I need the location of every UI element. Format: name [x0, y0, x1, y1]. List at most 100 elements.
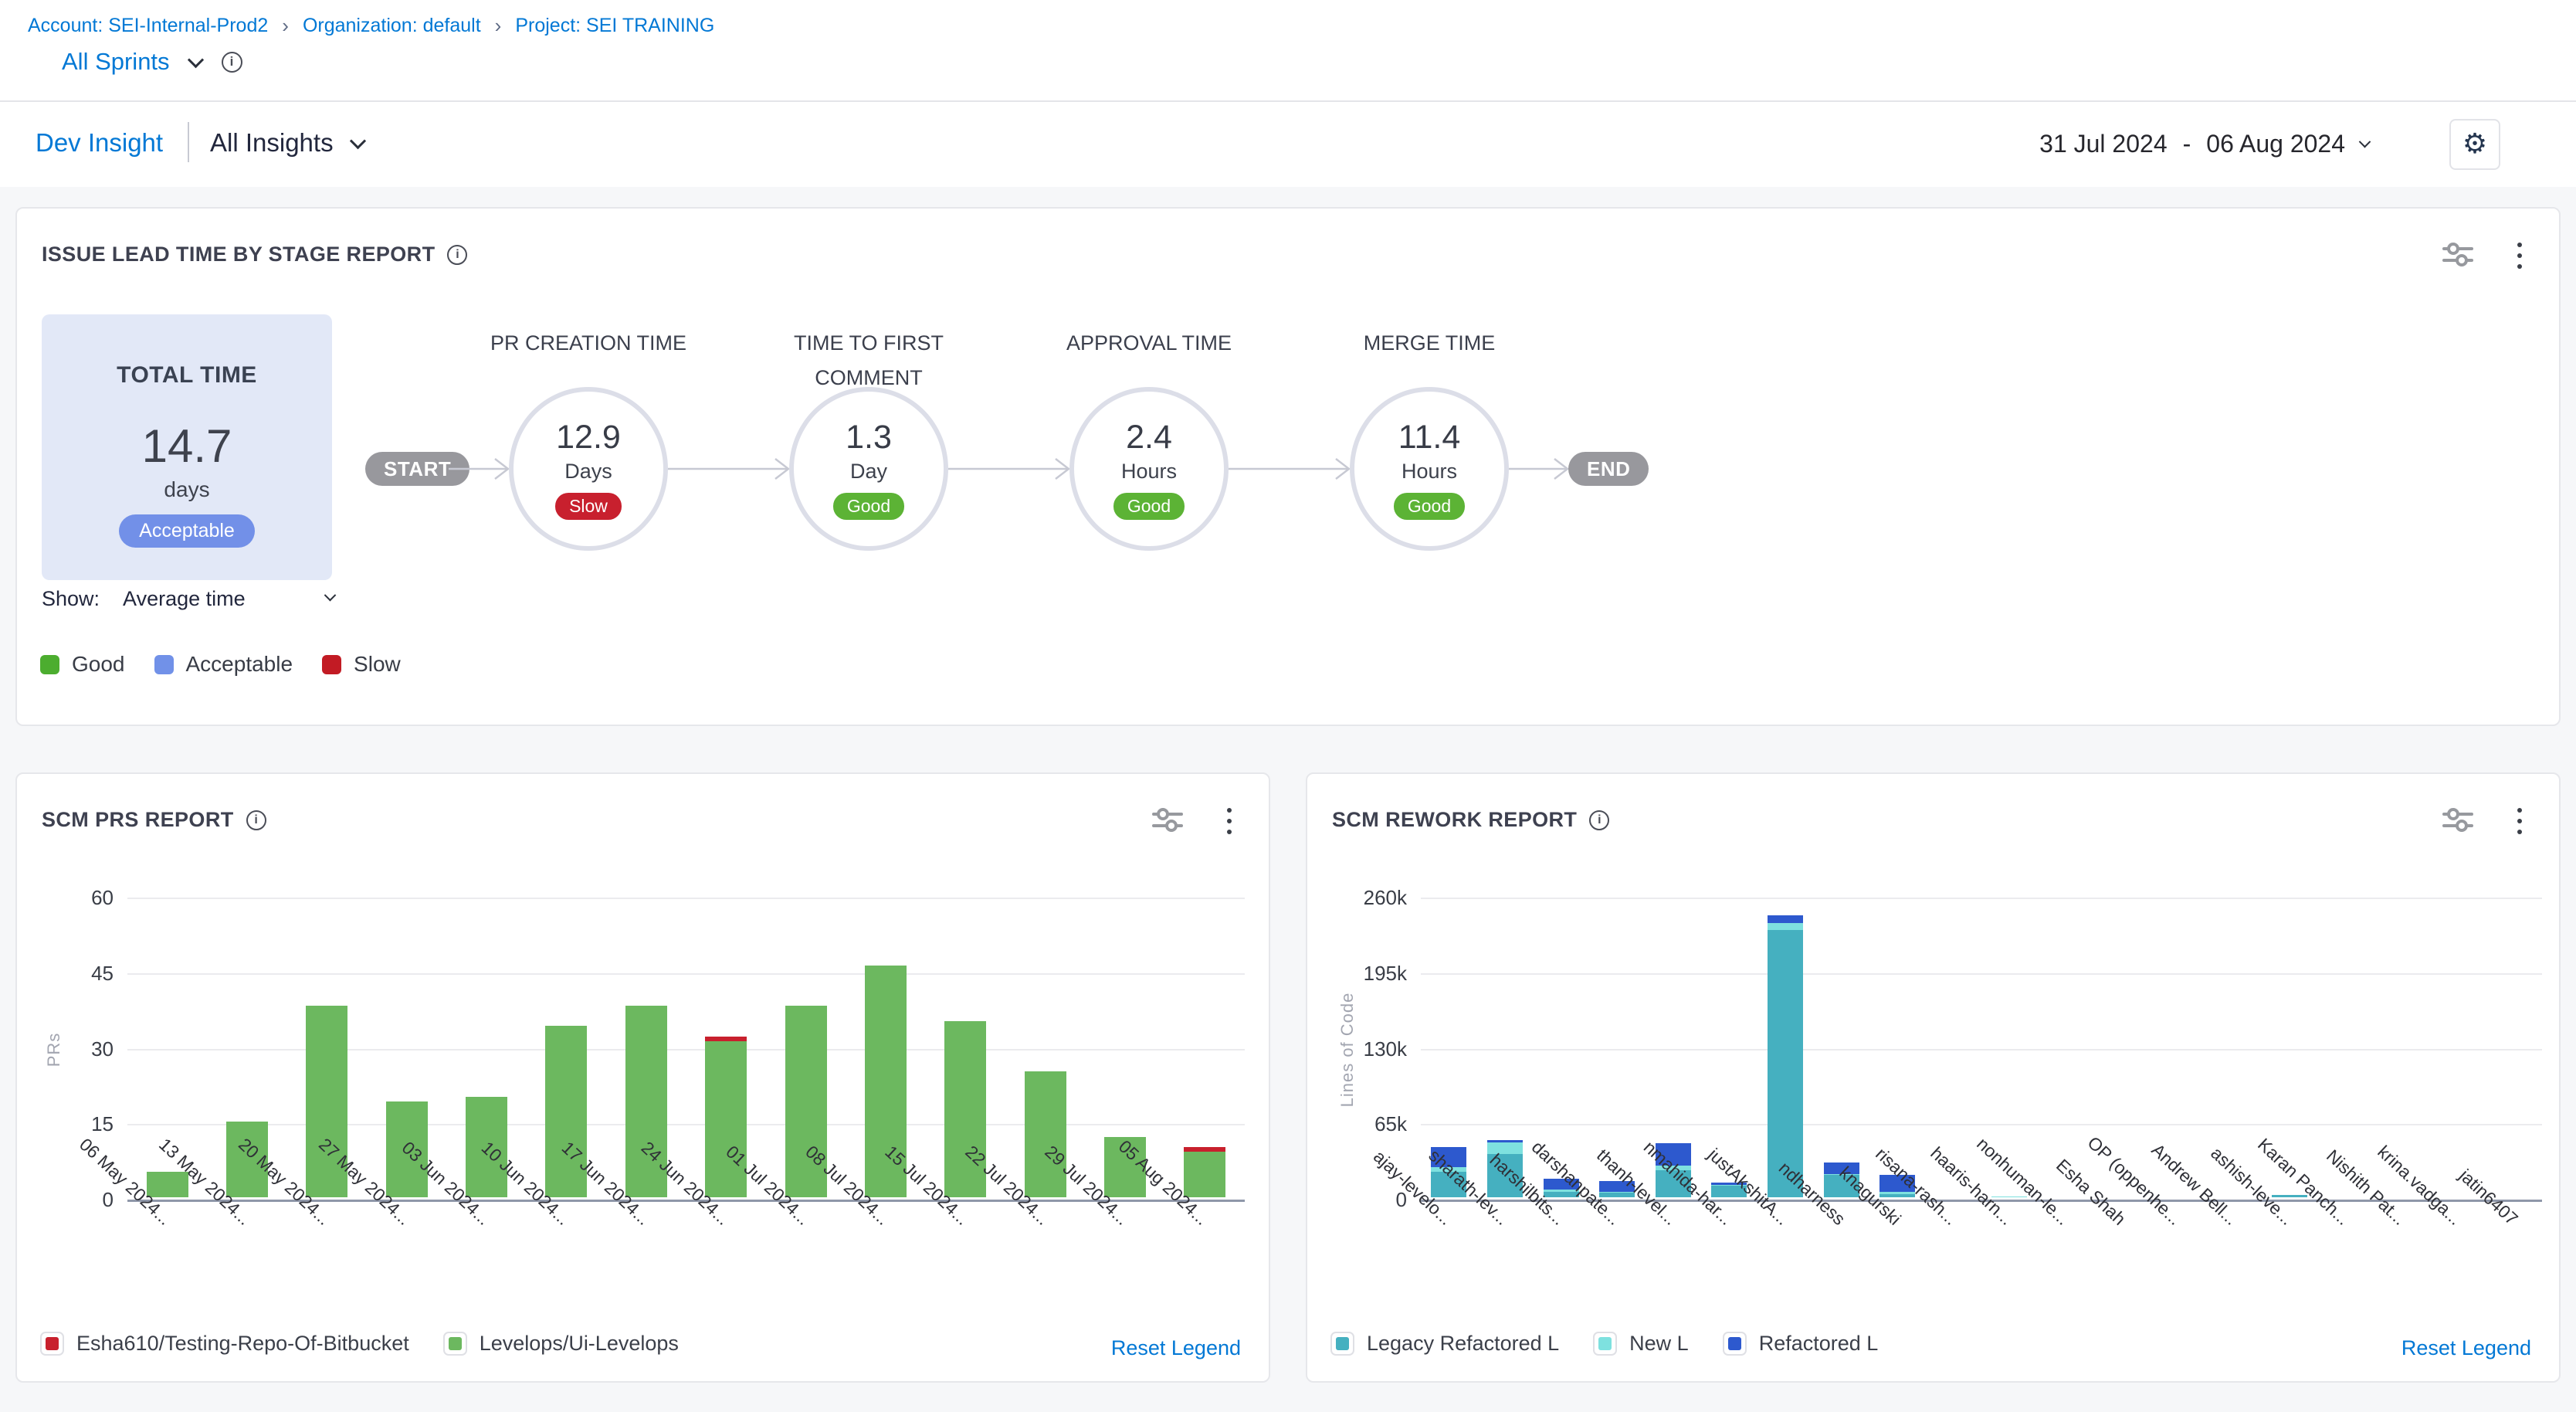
stage-circle[interactable]: 11.4 Hours Good — [1350, 387, 1509, 551]
stage-title-line: PR CREATION TIME — [457, 326, 720, 361]
legend-color-swatch — [1598, 1337, 1612, 1350]
breadcrumb-item[interactable]: Project: SEI TRAINING — [515, 15, 714, 37]
flow-arrow-icon — [449, 456, 509, 482]
stage-unit: Days — [564, 460, 612, 484]
chevron-down-icon[interactable] — [2359, 136, 2371, 148]
legend-label: Acceptable — [186, 652, 293, 677]
stage-value: 2.4 — [1126, 419, 1172, 457]
y-axis-tick-label: 45 — [32, 962, 114, 986]
stage-circle[interactable]: 12.9 Days Slow — [509, 387, 668, 551]
stage-circle[interactable]: 2.4HoursGood — [1069, 387, 1229, 551]
legend-item[interactable]: Good — [40, 652, 125, 677]
y-axis-tick-label: 0 — [1326, 1188, 1407, 1212]
reset-legend-link[interactable]: Reset Legend — [2401, 1336, 2531, 1360]
stage-status-badge: Good — [833, 493, 904, 520]
stage-title: TIME TO FIRSTCOMMENT — [737, 326, 1000, 395]
legend-color-swatch — [1336, 1337, 1349, 1350]
lead-time-legend: Good Acceptable Slow — [40, 652, 401, 677]
breadcrumb-separator: › — [282, 14, 289, 38]
y-axis-tick-label: 60 — [32, 886, 114, 910]
top-bar: Account: SEI-Internal-Prod2 › Organization… — [0, 0, 2576, 102]
stage-title-line: MERGE TIME — [1298, 326, 1561, 361]
chevron-down-icon[interactable] — [349, 133, 365, 149]
legend-checkbox — [1723, 1332, 1747, 1356]
sprint-selector[interactable]: All Sprints — [62, 48, 242, 76]
settings-button[interactable]: ⚙ — [2449, 119, 2500, 170]
legend-item[interactable]: New L — [1593, 1332, 1689, 1356]
legend-label: New L — [1629, 1332, 1689, 1356]
stage-circle[interactable]: 1.3 Day Good — [789, 387, 948, 551]
flow-arrow-icon — [1509, 456, 1568, 482]
chevron-down-icon[interactable] — [187, 52, 203, 68]
bar-stack[interactable] — [1184, 1147, 1225, 1197]
stage-status-badge: Good — [1113, 493, 1185, 520]
legend-item[interactable]: Acceptable — [154, 652, 293, 677]
legend-label: Legacy Refactored L — [1367, 1332, 1559, 1356]
reset-legend-link[interactable]: Reset Legend — [1111, 1336, 1241, 1360]
bar-segment[interactable] — [1184, 1152, 1225, 1197]
date-range-picker[interactable]: 31 Jul 2024 - 06 Aug 2024 — [2039, 130, 2369, 158]
y-axis-tick-label: 65k — [1326, 1112, 1407, 1136]
y-axis-title: Lines of Code — [1337, 992, 1357, 1107]
gridline — [1421, 973, 2542, 975]
rework-bar-chart: 065k130k195k260kLines of Codeajay-levelo… — [1307, 774, 2559, 1381]
gridline — [127, 898, 1245, 899]
bar-segment[interactable] — [1487, 1142, 1523, 1154]
legend-item[interactable]: Esha610/Testing-Repo-Of-Bitbucket — [40, 1332, 409, 1356]
prs-bar-chart: 015304560PRs06 May 2024...13 May 2024...… — [17, 774, 1269, 1381]
stage-title-line: APPROVAL TIME — [1018, 326, 1280, 361]
stage-unit: Day — [850, 460, 887, 484]
show-dropdown[interactable]: Average time — [123, 587, 246, 611]
x-axis-tick-label: jatin6407 — [2455, 1165, 2522, 1229]
insights-dropdown[interactable]: All Insights — [210, 128, 364, 158]
stage-value: 1.3 — [846, 419, 892, 457]
stage-title: PR CREATION TIME — [457, 326, 720, 361]
stage-value: 11.4 — [1398, 419, 1461, 457]
legend-item[interactable]: Legacy Refactored L — [1330, 1332, 1559, 1356]
legend-label: Esha610/Testing-Repo-Of-Bitbucket — [76, 1332, 409, 1356]
legend-item[interactable]: Refactored L — [1723, 1332, 1879, 1356]
bar-segment[interactable] — [1025, 1071, 1066, 1197]
flow-arrow-icon — [948, 456, 1069, 482]
page: Account: SEI-Internal-Prod2 › Organization… — [0, 0, 2576, 1412]
breadcrumb-item[interactable]: Account: SEI-Internal-Prod2 — [28, 15, 268, 37]
insights-dropdown-label[interactable]: All Insights — [210, 128, 334, 158]
gridline — [127, 1124, 1245, 1125]
scm-prs-panel: SCM PRS REPORT 015304560PRs06 May 2024..… — [15, 772, 1270, 1383]
info-icon — [222, 52, 242, 73]
gridline — [1421, 1124, 2542, 1125]
stage-unit: Hours — [1402, 460, 1457, 484]
y-axis-tick-label: 260k — [1326, 886, 1407, 910]
legend-color-swatch — [1728, 1337, 1741, 1350]
insight-header: Dev Insight All Insights 31 Jul 2024 - 0… — [0, 102, 2576, 187]
dashboard-content: ISSUE LEAD TIME BY STAGE REPORT TOTAL TI… — [0, 187, 2576, 1412]
stage-value: 12.9 — [556, 419, 621, 457]
legend-color-swatch — [154, 655, 174, 674]
y-axis-tick-label: 0 — [32, 1188, 114, 1212]
sprint-selector-label[interactable]: All Sprints — [62, 48, 170, 76]
date-start: 31 Jul 2024 — [2039, 130, 2167, 158]
legend-checkbox — [40, 1332, 64, 1356]
stage-status-badge: Good — [1394, 493, 1465, 520]
bar-stack[interactable] — [1025, 1071, 1066, 1197]
legend-item[interactable]: Levelops/Ui-Levelops — [443, 1332, 679, 1356]
bar-segment[interactable] — [1768, 915, 1803, 924]
legend-checkbox — [1593, 1332, 1617, 1356]
bar-segment[interactable] — [1768, 923, 1803, 930]
legend-color-swatch — [40, 655, 59, 674]
gear-icon: ⚙ — [2462, 131, 2487, 158]
stage-status-badge: Slow — [555, 493, 622, 520]
insight-title[interactable]: Dev Insight — [36, 128, 163, 158]
bar-stack[interactable] — [1768, 915, 1803, 1197]
legend-item[interactable]: Slow — [322, 652, 401, 677]
legend-checkbox — [1330, 1332, 1354, 1356]
breadcrumb-item[interactable]: Organization: default — [303, 15, 481, 37]
gridline — [127, 1049, 1245, 1051]
prs-chart-legend: Esha610/Testing-Repo-Of-Bitbucket Levelop… — [40, 1332, 679, 1356]
date-end: 06 Aug 2024 — [2206, 130, 2345, 158]
legend-checkbox — [443, 1332, 467, 1356]
stage-title-line: TIME TO FIRST — [737, 326, 1000, 361]
flow-arrow-icon — [1229, 456, 1350, 482]
legend-label: Good — [72, 652, 125, 677]
bar-segment[interactable] — [1768, 930, 1803, 1197]
